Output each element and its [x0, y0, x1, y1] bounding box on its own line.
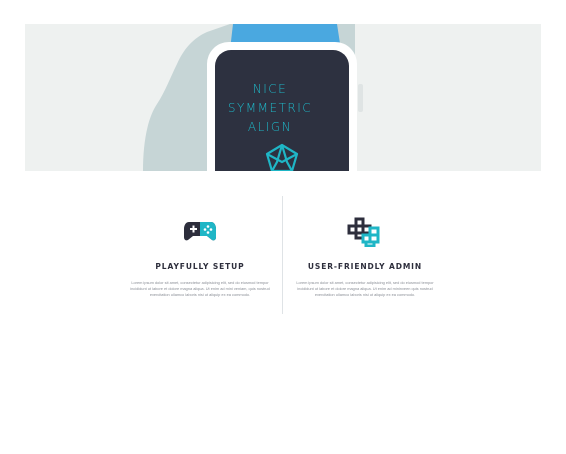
hero-banner: NICE SYMMETRIC ALIGN	[25, 24, 541, 171]
gamepad-icon	[184, 222, 216, 241]
blocks-icon	[347, 217, 380, 247]
screen-line: NICE	[252, 82, 288, 96]
feature-icon-wrap	[125, 196, 275, 250]
feature-icon-wrap	[290, 196, 440, 250]
features-section: PLAYFULLY SETUP Lorem ipsum dolor sit am…	[0, 196, 566, 316]
feature-title: USER-FRIENDLY ADMIN	[307, 262, 423, 271]
feature-user-friendly-admin: USER-FRIENDLY ADMIN Lorem ipsum dolor si…	[290, 196, 440, 299]
watch-screen-text: NICE SYMMETRIC ALIGN	[210, 80, 330, 137]
section-divider	[282, 196, 283, 314]
feature-description: Lorem ipsum dolor sit amet, consectetur …	[296, 280, 434, 298]
watch-crown	[358, 84, 363, 112]
feature-description: Lorem ipsum dolor sit amet, consectetur …	[130, 280, 270, 298]
screen-line: SYMMETRIC	[227, 101, 313, 115]
feature-title: PLAYFULLY SETUP	[155, 262, 245, 271]
page: NICE SYMMETRIC ALIGN PLAYFULLY SETUP Lor…	[0, 0, 566, 454]
feature-playfully-setup: PLAYFULLY SETUP Lorem ipsum dolor sit am…	[125, 196, 275, 299]
screen-line: ALIGN	[247, 120, 293, 134]
